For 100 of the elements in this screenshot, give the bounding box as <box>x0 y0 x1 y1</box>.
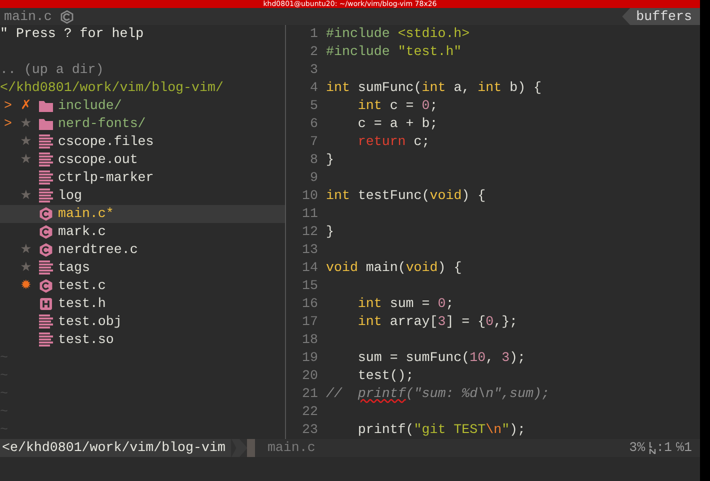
file-name: test.h <box>58 295 106 313</box>
line-number: 4 <box>309 79 319 97</box>
root-path: </khd0801/work/vim/blog-vim/ <box>0 79 224 97</box>
buffers-label: buffers <box>622 8 700 25</box>
status-path: <e/khd0801/work/vim/blog-vim <box>0 439 232 457</box>
code-line: int sum = 0; <box>356 295 454 313</box>
line-number: 6 <box>309 115 319 133</box>
status-segment-block <box>247 439 256 457</box>
file-tree-row[interactable]: test.obj <box>0 313 285 331</box>
line-number: 14 <box>301 259 319 277</box>
status-line: :1 <box>656 439 672 458</box>
code-line: return c; <box>356 133 430 151</box>
file-tree-row[interactable]: ✹ test.c <box>0 277 285 295</box>
c-file-icon <box>60 10 74 24</box>
status-percent: 3% <box>629 439 646 458</box>
c-file-icon <box>39 243 53 257</box>
file-name: main.c* <box>58 205 114 223</box>
file-tree-row[interactable]: ★ log <box>0 187 285 205</box>
empty-line-marker: ~ <box>0 421 8 439</box>
file-name: test.c <box>58 277 106 295</box>
file-name: test.so <box>58 331 114 349</box>
line-number-icon <box>649 442 656 454</box>
code-line: int array[3] = {0,}; <box>356 313 518 331</box>
file-tree-row[interactable]: test.so <box>0 331 285 349</box>
file-tree-row[interactable]: test.h <box>0 295 285 313</box>
expand-arrow[interactable]: > <box>4 97 12 115</box>
code-line: c = a + b; <box>356 115 438 133</box>
file-name: cscope.out <box>58 151 138 169</box>
expand-arrow[interactable]: > <box>4 115 12 133</box>
file-name: include/ <box>58 97 122 115</box>
empty-line-marker: ~ <box>0 367 8 385</box>
line-number: 11 <box>301 205 319 223</box>
code-line: void main(void) { <box>326 259 462 277</box>
code-line: test(); <box>356 367 414 385</box>
git-status-icon: ✹ <box>20 277 32 295</box>
file-name: nerdtree.c <box>58 241 138 259</box>
line-number: 21 <box>301 385 319 403</box>
file-tree-row[interactable]: > ★ nerd-fonts/ <box>0 115 285 133</box>
line-number: 12 <box>301 223 319 241</box>
git-status-icon: ✗ <box>20 97 32 115</box>
file-tree-row[interactable]: ★ cscope.files <box>0 133 285 151</box>
c-file-icon <box>39 207 53 221</box>
file-tree-row[interactable]: ★ nerdtree.c <box>0 241 285 259</box>
git-status-icon: ★ <box>20 151 32 169</box>
file-name: tags <box>58 259 90 277</box>
status-column: ℅1 <box>676 438 692 458</box>
file-tree-row[interactable]: ★ cscope.out <box>0 151 285 169</box>
code-line: } <box>326 151 334 169</box>
empty-line-marker: ~ <box>0 349 8 367</box>
text-file-icon <box>39 332 53 348</box>
line-number: 22 <box>301 403 319 421</box>
git-status-icon: ★ <box>20 115 32 133</box>
help-hint: " Press ? for help <box>0 25 144 43</box>
file-tree-row[interactable]: > ✗ include/ <box>0 97 285 115</box>
text-file-icon <box>39 152 53 168</box>
file-name: ctrlp-marker <box>58 169 154 187</box>
git-status-icon: ★ <box>20 133 32 151</box>
file-tree-row[interactable]: ★ tags <box>0 259 285 277</box>
file-name: cscope.files <box>58 133 154 151</box>
line-number: 9 <box>309 169 319 187</box>
file-tree-row[interactable]: ctrlp-marker <box>0 169 285 187</box>
file-name: test.obj <box>58 313 122 331</box>
code-line: #include "test.h" <box>326 43 462 61</box>
git-status-icon: ★ <box>20 241 32 259</box>
code-line: #include <stdio.h> <box>326 25 470 43</box>
line-number: 19 <box>301 349 319 367</box>
text-file-icon <box>39 260 53 276</box>
c-file-icon <box>39 225 53 239</box>
code-line: // printf("sum: %d\n",sum); <box>326 385 550 403</box>
line-number: 7 <box>309 133 319 151</box>
file-name: log <box>58 187 82 205</box>
file-name: nerd-fonts/ <box>58 115 146 133</box>
empty-line-marker: ~ <box>0 403 8 421</box>
line-number: 23 <box>301 421 319 439</box>
file-name: mark.c <box>58 223 106 241</box>
line-number: 18 <box>301 331 319 349</box>
line-number: 17 <box>301 313 319 331</box>
file-tree-row[interactable]: main.c* <box>0 205 285 223</box>
line-number: 5 <box>309 97 319 115</box>
up-dir-link[interactable]: .. (up a dir) <box>0 61 104 79</box>
text-file-icon <box>39 134 53 150</box>
text-file-icon <box>39 314 53 330</box>
status-file-name: main.c <box>266 439 316 457</box>
line-number: 15 <box>301 277 319 295</box>
code-line: int testFunc(void) { <box>326 187 486 205</box>
h-file-icon <box>39 297 53 311</box>
line-number: 10 <box>301 187 319 205</box>
code-line: int sumFunc(int a, int b) { <box>326 79 542 97</box>
line-number: 16 <box>301 295 319 313</box>
git-status-icon: ★ <box>20 187 32 205</box>
folder-icon <box>39 118 53 130</box>
line-number: 3 <box>309 61 319 79</box>
line-number: 8 <box>309 151 319 169</box>
file-tree-row[interactable]: mark.c <box>0 223 285 241</box>
git-status-icon: ★ <box>20 259 32 277</box>
buffer-tab[interactable]: main.c <box>0 8 52 25</box>
code-line: } <box>326 223 334 241</box>
text-file-icon <box>39 170 53 186</box>
line-number: 2 <box>309 43 319 61</box>
line-number: 1 <box>309 25 319 43</box>
